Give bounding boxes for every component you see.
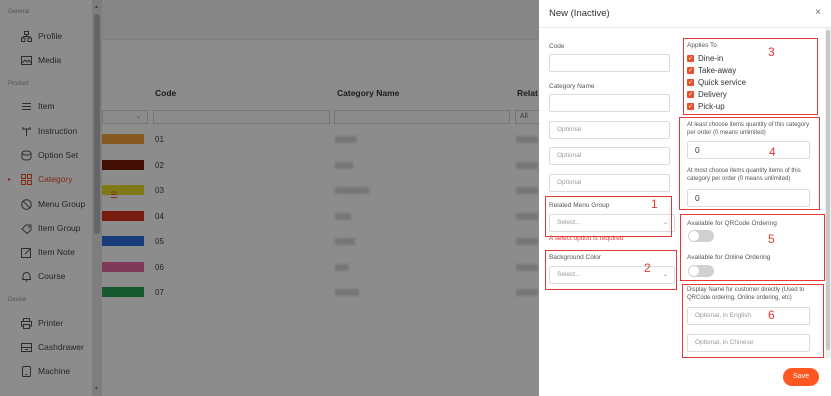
new-category-modal: New (Inactive) × Code Category Name Opti… [539, 0, 831, 396]
annotation-box-5 [680, 214, 825, 281]
annotation-number-6: 6 [768, 308, 775, 322]
annotation-box-4 [679, 117, 820, 210]
category-name-label: Category Name [549, 83, 595, 90]
category-name-alt-input-2[interactable]: Optional [549, 147, 670, 165]
modal-title: New (Inactive) [549, 8, 610, 19]
code-label: Code [549, 43, 565, 50]
divider [539, 27, 831, 28]
category-name-input[interactable] [549, 94, 670, 112]
annotation-box-2 [545, 250, 677, 290]
code-input[interactable] [549, 54, 670, 72]
annotation-box-3 [683, 38, 818, 115]
annotation-number-2: 2 [644, 261, 651, 275]
close-icon[interactable]: × [815, 7, 821, 18]
annotation-number-3: 3 [768, 45, 775, 59]
annotation-number-5: 5 [768, 232, 775, 246]
scrollbar-thumb[interactable] [826, 30, 830, 350]
category-name-alt-input-1[interactable]: Optional [549, 121, 670, 139]
category-name-alt-input-3[interactable]: Optional [549, 174, 670, 192]
annotation-box-6 [682, 284, 824, 358]
save-button[interactable]: Save [783, 368, 819, 386]
annotation-number-4: 4 [769, 145, 776, 159]
modal-scrollbar[interactable] [825, 28, 831, 358]
annotation-number-1: 1 [651, 197, 658, 211]
